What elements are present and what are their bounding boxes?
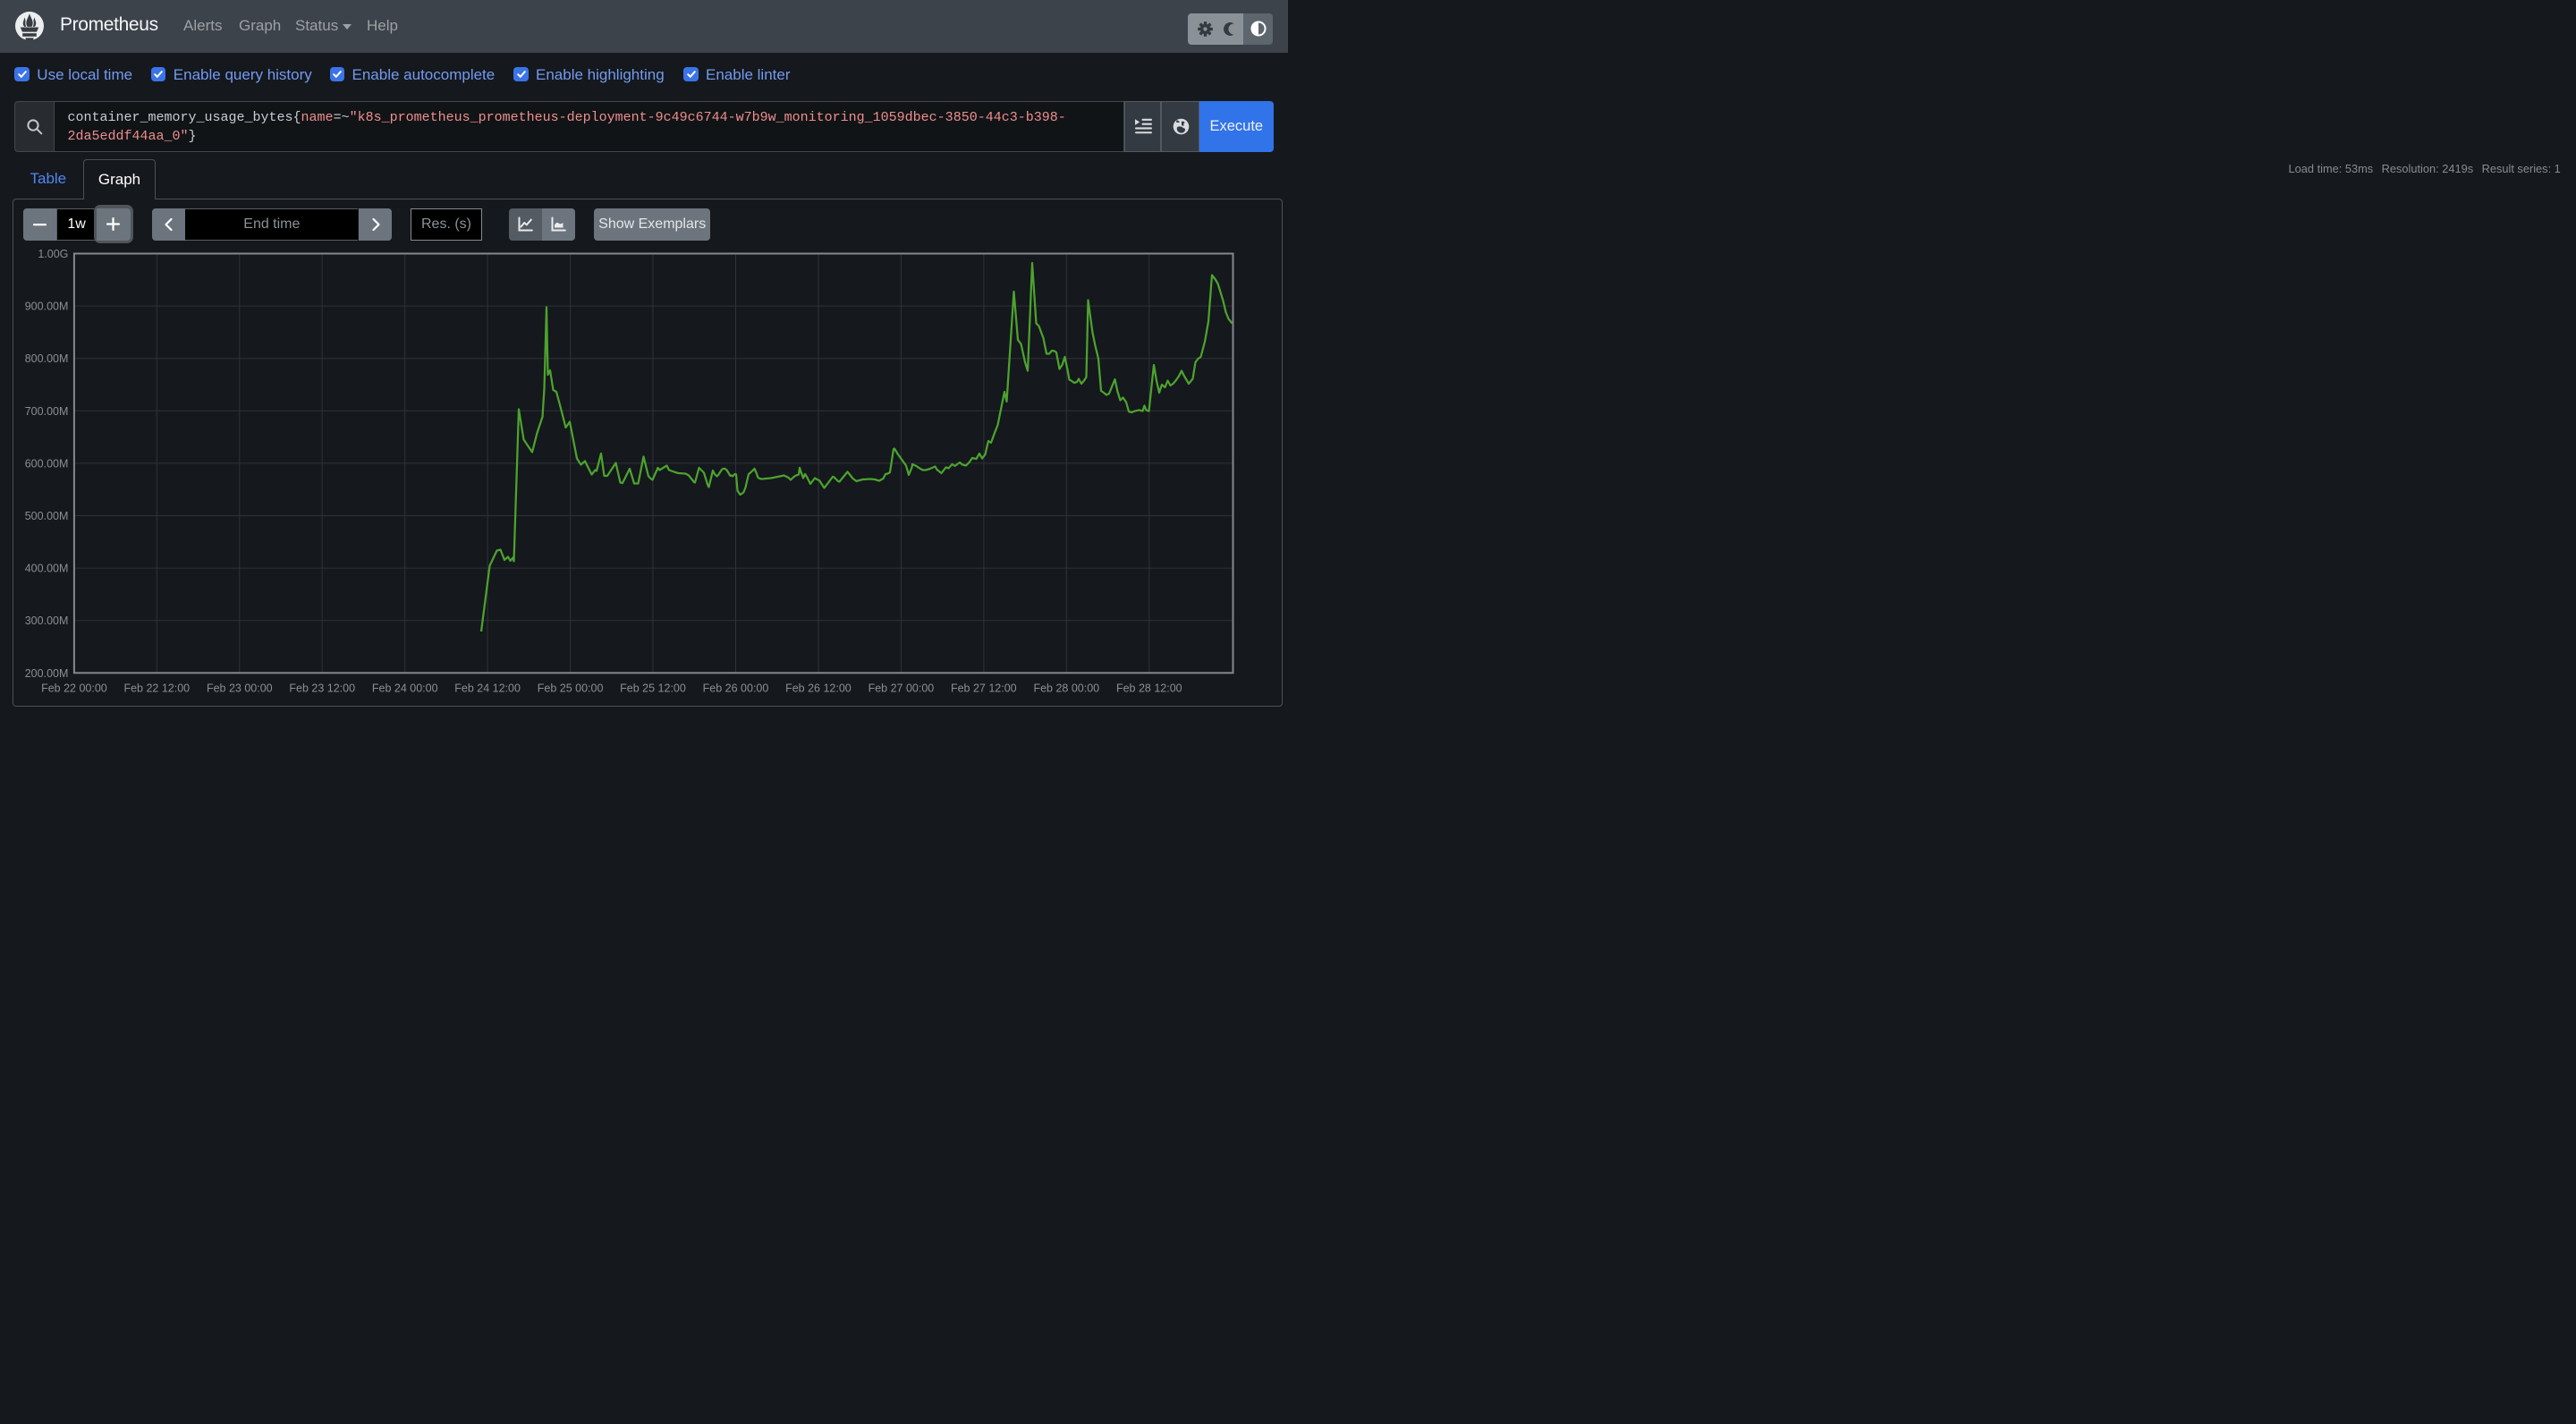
svg-text:Feb 25 12:00: Feb 25 12:00: [620, 682, 686, 695]
svg-text:Feb 28 12:00: Feb 28 12:00: [1116, 682, 1182, 695]
svg-text:1.00G: 1.00G: [38, 248, 68, 260]
svg-text:Feb 28 00:00: Feb 28 00:00: [1033, 682, 1099, 695]
svg-text:Feb 27 00:00: Feb 27 00:00: [869, 682, 935, 695]
svg-text:400.00M: 400.00M: [25, 563, 69, 575]
svg-text:Feb 27 12:00: Feb 27 12:00: [951, 682, 1017, 695]
svg-text:Feb 26 00:00: Feb 26 00:00: [703, 682, 769, 695]
svg-text:200.00M: 200.00M: [25, 667, 69, 680]
svg-text:Feb 26 12:00: Feb 26 12:00: [785, 682, 852, 695]
svg-text:800.00M: 800.00M: [25, 352, 69, 365]
svg-text:300.00M: 300.00M: [25, 615, 69, 627]
svg-text:500.00M: 500.00M: [25, 510, 69, 522]
svg-text:Feb 25 00:00: Feb 25 00:00: [538, 682, 604, 695]
svg-text:Feb 24 00:00: Feb 24 00:00: [372, 682, 438, 695]
svg-text:Feb 23 00:00: Feb 23 00:00: [207, 682, 273, 695]
svg-text:600.00M: 600.00M: [25, 457, 69, 470]
svg-text:Feb 24 12:00: Feb 24 12:00: [454, 682, 521, 695]
svg-text:700.00M: 700.00M: [25, 405, 69, 418]
svg-text:Feb 23 12:00: Feb 23 12:00: [289, 682, 355, 695]
svg-text:Feb 22 12:00: Feb 22 12:00: [123, 682, 190, 695]
svg-text:Feb 22 00:00: Feb 22 00:00: [41, 682, 107, 695]
svg-text:900.00M: 900.00M: [25, 301, 69, 313]
